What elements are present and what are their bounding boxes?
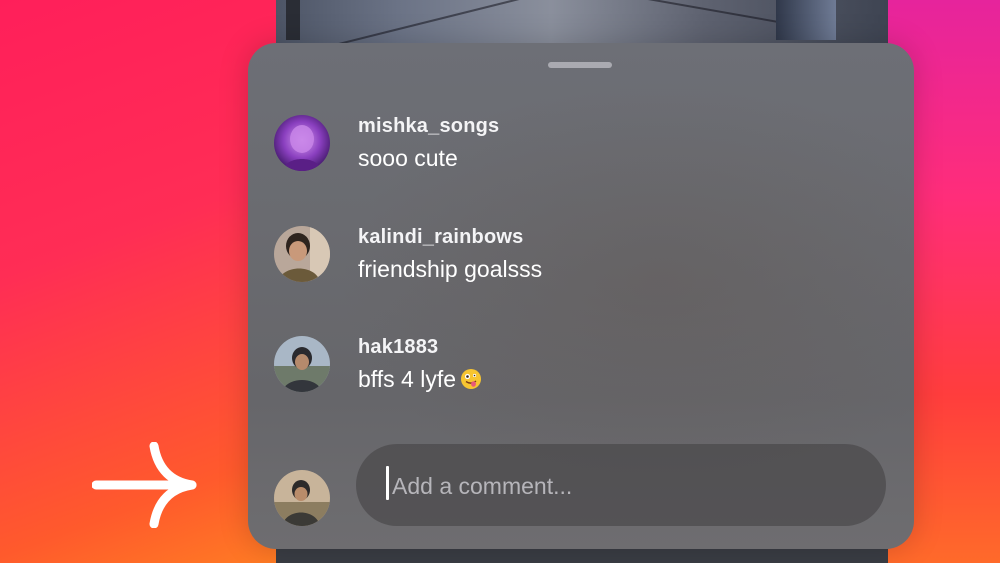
outdoor-person-avatar[interactable] bbox=[274, 336, 330, 392]
comment-input[interactable]: Add a comment... bbox=[356, 444, 886, 526]
comment-item: mishka_songs sooo cute bbox=[274, 115, 874, 175]
comments-sheet: mishka_songs sooo cute kalindi_rainbows … bbox=[248, 43, 914, 549]
current-user-avatar[interactable] bbox=[274, 470, 330, 526]
comment-text: sooo cute bbox=[358, 145, 458, 171]
comment-input-placeholder: Add a comment... bbox=[392, 473, 573, 499]
comment-text: bffs 4 lyfe bbox=[358, 366, 482, 393]
comment-item: hak1883 bffs 4 lyfe bbox=[274, 336, 874, 396]
comment-username[interactable]: kalindi_rainbows bbox=[358, 226, 523, 249]
right-arrow-icon bbox=[92, 442, 197, 528]
comment-username[interactable]: hak1883 bbox=[358, 336, 438, 359]
text-cursor bbox=[386, 466, 389, 500]
drag-handle[interactable] bbox=[548, 62, 612, 68]
comment-text: friendship goalsss bbox=[358, 256, 543, 282]
zany-face-emoji bbox=[461, 369, 482, 389]
comment-text-content: bffs 4 lyfe bbox=[358, 366, 457, 392]
smiling-person-avatar[interactable] bbox=[274, 226, 330, 282]
purple-portrait-avatar[interactable] bbox=[274, 115, 330, 171]
comment-item: kalindi_rainbows friendship goalsss bbox=[274, 226, 874, 286]
comment-username[interactable]: mishka_songs bbox=[358, 115, 499, 138]
